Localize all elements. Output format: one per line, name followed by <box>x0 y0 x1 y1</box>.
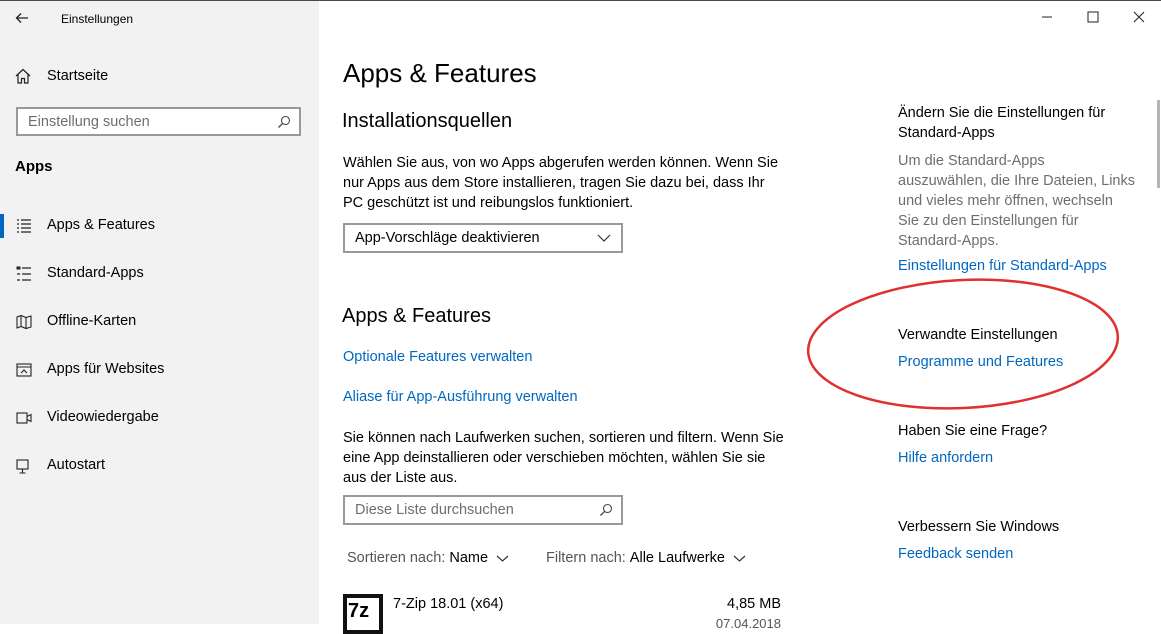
sidebar-section-title: Apps <box>15 158 53 175</box>
offline-maps-icon <box>16 314 32 330</box>
sidebar-item-label: Standard-Apps <box>47 265 144 281</box>
text-line: PC geschützt ist und reibungslos funktio… <box>343 195 634 211</box>
text-line: Ändern Sie die Einstellungen für <box>898 105 1106 121</box>
sidebar-item-autostart[interactable]: Autostart <box>0 446 319 486</box>
feedback-link[interactable]: Feedback senden <box>898 546 1013 562</box>
sidebar-item-apps-features[interactable]: Apps & Features <box>0 206 319 246</box>
filter-value: Alle Laufwerke <box>629 550 725 566</box>
scrollbar-thumb[interactable] <box>1157 100 1160 188</box>
apps-features-icon <box>17 219 31 233</box>
app-list-search-placeholder: Diese Liste durchsuchen <box>355 502 514 518</box>
related-settings-heading: Verwandte Einstellungen <box>898 327 1058 343</box>
chevron-down-icon <box>597 234 611 242</box>
install-source-dropdown[interactable]: App-Vorschläge deaktivieren <box>343 223 623 253</box>
search-icon <box>600 503 613 516</box>
chevron-down-icon <box>496 555 509 562</box>
text-line: Sie zu den Einstellungen für <box>898 213 1079 229</box>
sidebar-item-apps-websites[interactable]: Apps für Websites <box>0 350 319 390</box>
install-sources-heading: Installationsquellen <box>342 110 513 132</box>
sidebar-item-label: Apps & Features <box>47 217 155 233</box>
default-apps-settings-link[interactable]: Einstellungen für Standard-Apps <box>898 258 1107 274</box>
app-icon-7zip: 7z <box>343 594 383 634</box>
improve-windows-heading: Verbessern Sie Windows <box>898 519 1060 535</box>
text-line: aus der Liste aus. <box>343 470 458 486</box>
7zip-logo-text: 7z <box>348 600 370 622</box>
text-line: Wählen Sie aus, von wo Apps abgerufen we… <box>343 155 779 171</box>
sort-label: Sortieren nach: <box>347 550 446 566</box>
app-size: 4,85 MB <box>727 596 781 612</box>
chevron-down-icon <box>733 555 746 562</box>
filter-label: Filtern nach: <box>546 550 626 566</box>
back-button[interactable] <box>14 10 34 28</box>
text-line: nur Apps aus dem Store installieren, tra… <box>343 175 765 191</box>
sidebar-item-offline-karten[interactable]: Offline-Karten <box>0 302 319 342</box>
settings-search-input[interactable]: Einstellung suchen <box>16 107 301 136</box>
window-title: Einstellungen <box>61 12 134 26</box>
sidebar-home[interactable]: Startseite <box>14 65 108 87</box>
app-list-search-input[interactable]: Diese Liste durchsuchen <box>343 495 623 525</box>
programs-features-link[interactable]: Programme und Features <box>898 354 1063 370</box>
apps-for-websites-icon <box>16 363 32 377</box>
sidebar-item-label: Videowiedergabe <box>47 409 159 425</box>
page-title: Apps & Features <box>343 58 537 88</box>
install-sources-text: Wählen Sie aus, von wo Apps abgerufen we… <box>343 153 778 213</box>
get-help-link[interactable]: Hilfe anfordern <box>898 450 993 466</box>
sidebar-item-label: Offline-Karten <box>47 313 137 329</box>
minimize-button[interactable] <box>1038 8 1056 26</box>
filter-dropdown[interactable]: Filtern nach: Alle Laufwerke <box>546 550 746 566</box>
sidebar-home-label: Startseite <box>47 68 109 84</box>
settings-search-placeholder: Einstellung suchen <box>28 113 150 130</box>
sidebar-item-label: Autostart <box>47 457 106 473</box>
7zip-logo-inner: 7z <box>347 598 379 630</box>
home-icon <box>15 68 31 84</box>
question-heading: Haben Sie eine Frage? <box>898 423 1048 439</box>
text-line: und vieles mehr öffnen, wechseln <box>898 193 1113 209</box>
startup-icon <box>16 459 29 474</box>
apps-features-text: Sie können nach Laufwerken suchen, sorti… <box>343 428 784 488</box>
app-aliases-link[interactable]: Aliase für App-Ausführung verwalten <box>343 389 578 405</box>
text-line: Standard-Apps. <box>898 233 999 249</box>
default-apps-description: Um die Standard-Apps auszuwählen, die Ih… <box>898 151 1148 251</box>
search-icon <box>278 115 291 128</box>
text-line: Sie können nach Laufwerken suchen, sorti… <box>343 430 784 446</box>
app-name[interactable]: 7-Zip 18.01 (x64) <box>393 596 503 612</box>
default-apps-heading: Ändern Sie die Einstellungen für Standar… <box>898 103 1105 143</box>
back-arrow-icon <box>15 13 28 23</box>
video-playback-icon <box>16 412 32 424</box>
text-line: Standard-Apps <box>898 125 995 141</box>
text-line: Um die Standard-Apps <box>898 153 1045 169</box>
text-line: eine App deinstallieren oder verschieben… <box>343 450 766 466</box>
default-apps-icon <box>16 266 31 281</box>
sidebar-item-videowiedergabe[interactable]: Videowiedergabe <box>0 398 319 438</box>
dropdown-value: App-Vorschläge deaktivieren <box>355 230 540 246</box>
close-button[interactable] <box>1130 8 1148 26</box>
sort-dropdown[interactable]: Sortieren nach: Name <box>347 550 509 566</box>
apps-features-heading: Apps & Features <box>342 305 491 327</box>
sidebar-item-standard-apps[interactable]: Standard-Apps <box>0 254 319 294</box>
sort-value: Name <box>449 550 489 566</box>
maximize-button[interactable] <box>1084 8 1102 26</box>
selection-indicator <box>0 214 4 238</box>
optional-features-link[interactable]: Optionale Features verwalten <box>343 349 532 365</box>
sidebar: Einstellungen Startseite Einstellung suc… <box>0 1 319 624</box>
sidebar-item-label: Apps für Websites <box>47 361 165 377</box>
text-line: auszuwählen, die Ihre Dateien, Links <box>898 173 1135 189</box>
